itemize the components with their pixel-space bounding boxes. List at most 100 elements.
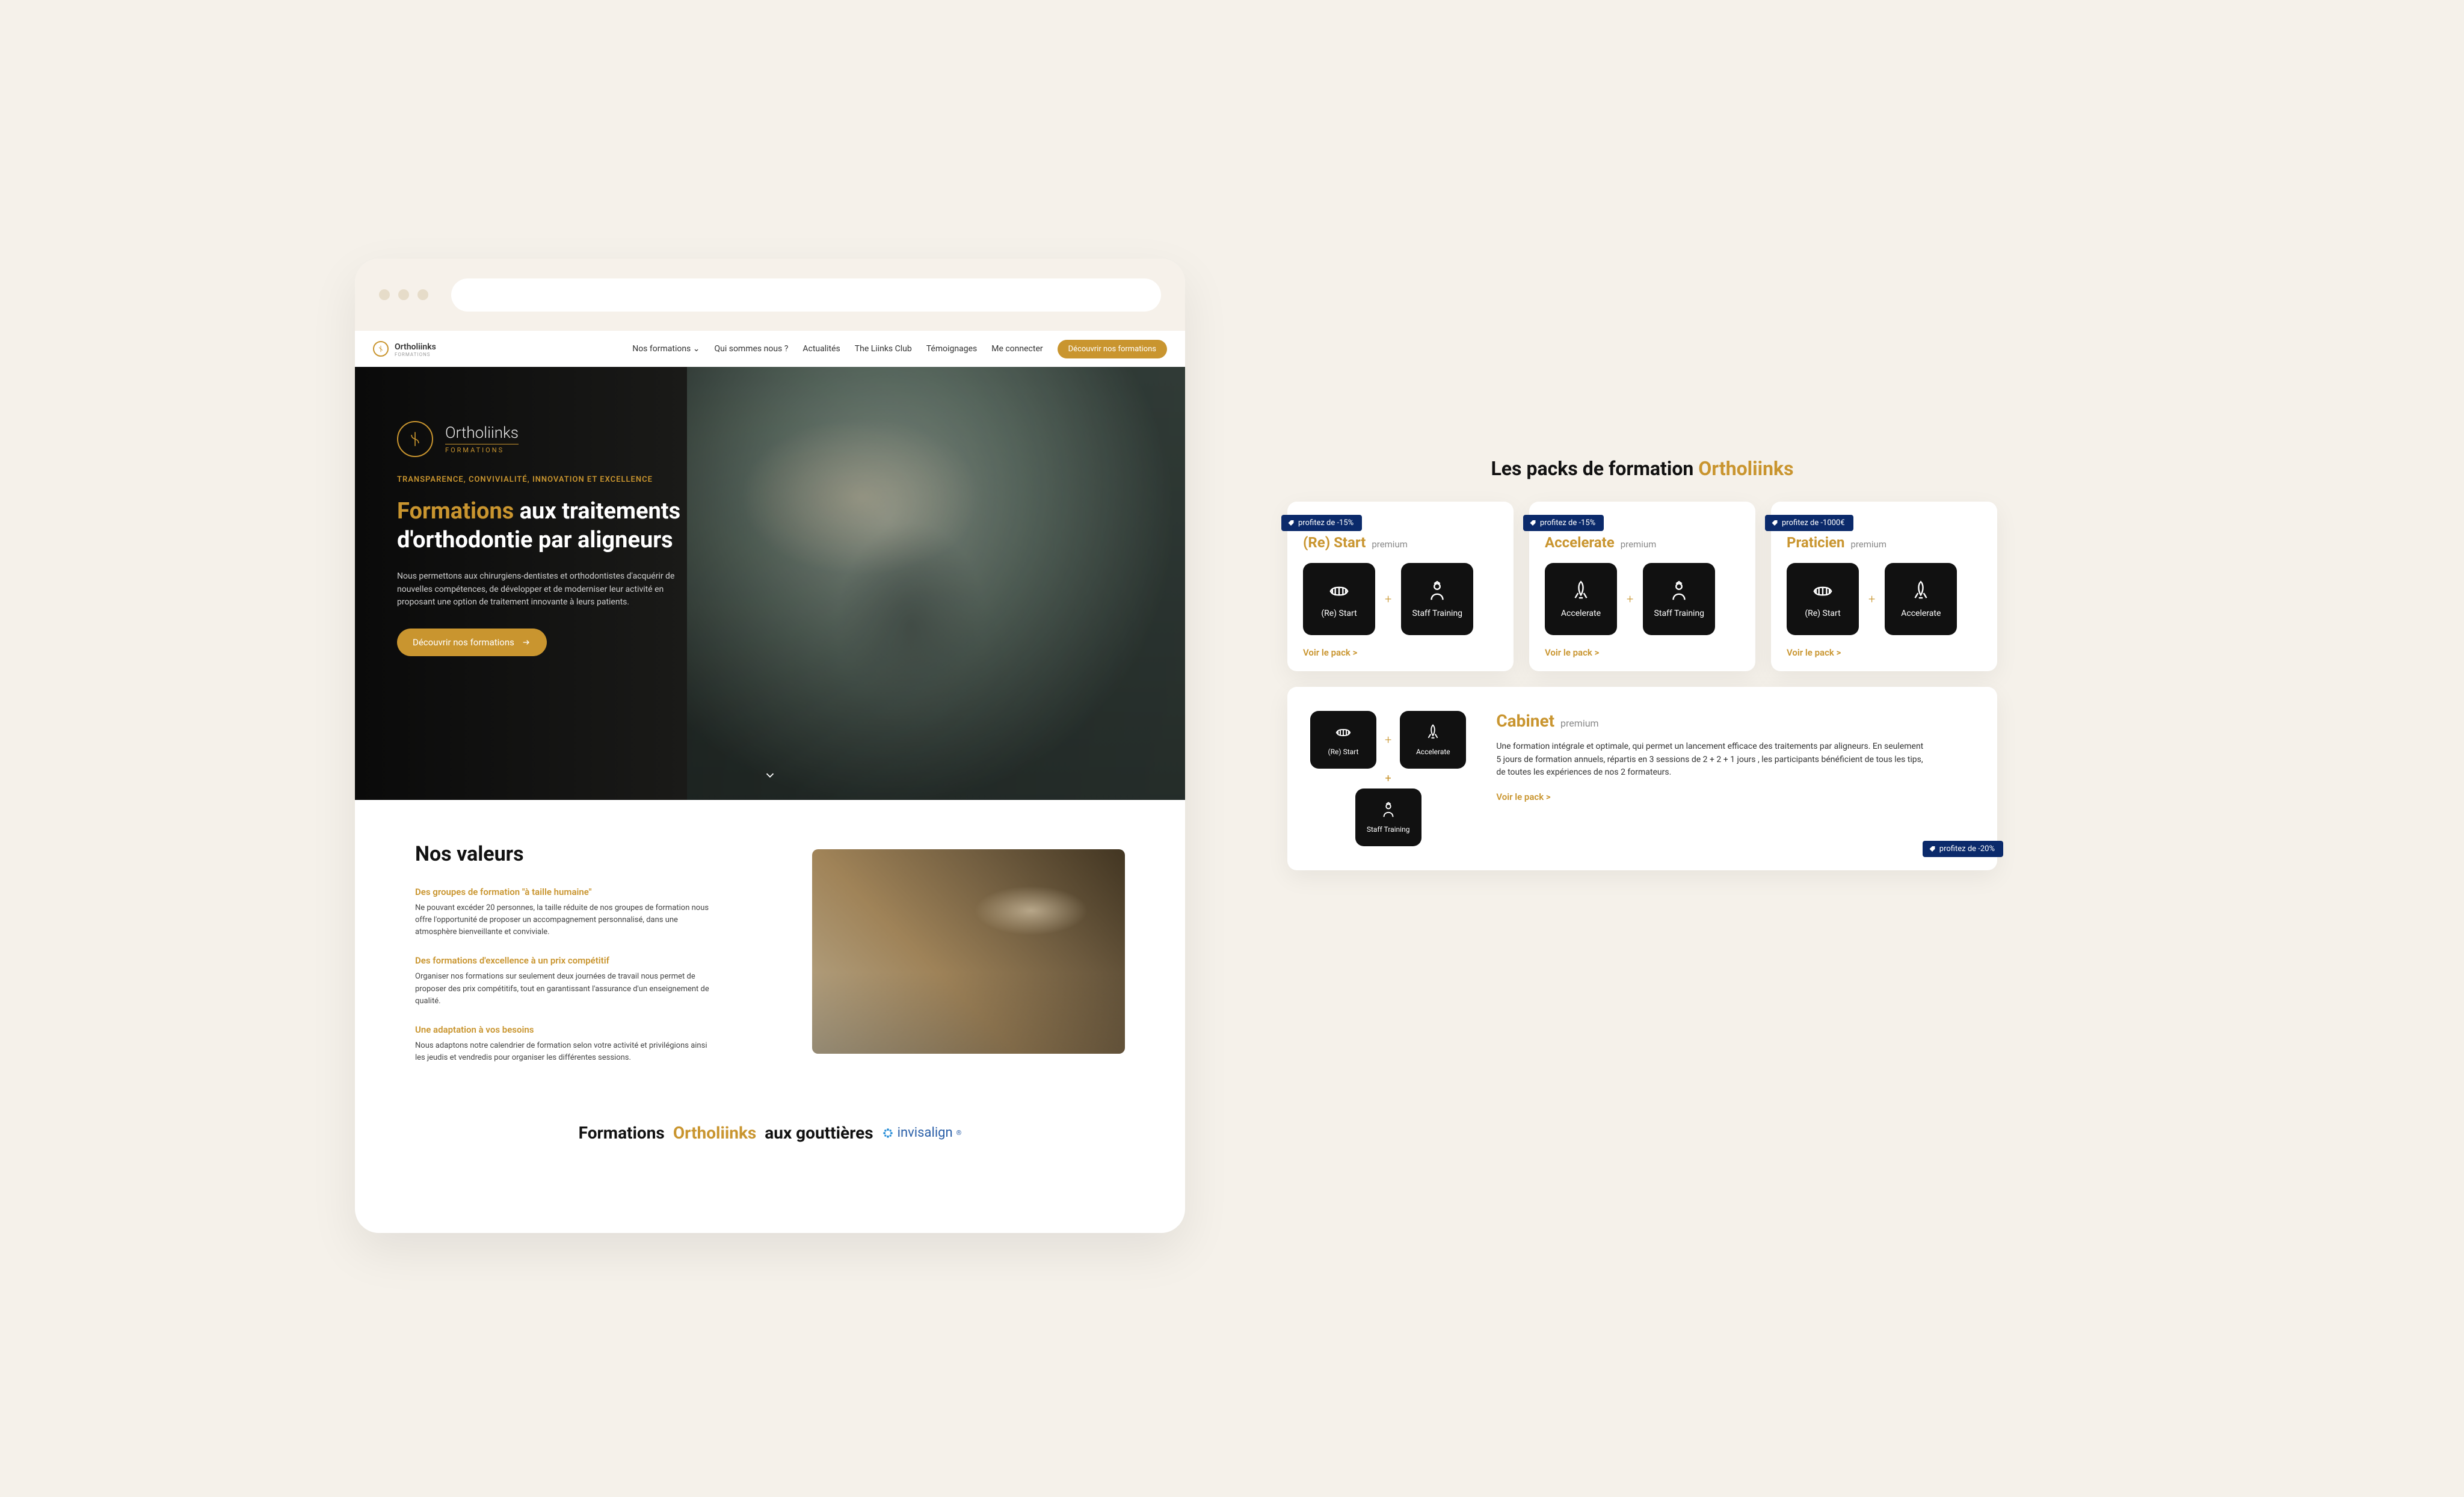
hero-background-image (687, 367, 1185, 800)
packs-title-pre: Les packs de formation (1491, 457, 1698, 480)
plus-icon: + (1385, 772, 1391, 785)
packs-row: profitez de -15% (Re) Start premium (Re)… (1287, 502, 1997, 671)
nav-item-connect[interactable]: Me connecter (991, 344, 1043, 354)
pack-link[interactable]: Voir le pack > (1303, 647, 1498, 658)
cabinet-items-grid: (Re) Start + Accelerate + Staff Training (1304, 705, 1472, 852)
hero-title-accent: Formations (397, 498, 514, 524)
scroll-down-icon[interactable] (763, 769, 777, 785)
logo[interactable]: Ortholiinks FORMATIONS (373, 340, 436, 357)
value-block-1: Des groupes de formation "à taille humai… (415, 887, 782, 938)
pack-item-label: Staff Training (1412, 609, 1463, 618)
hero-logo-subtext: FORMATIONS (445, 444, 519, 454)
window-minimize-icon[interactable] (398, 289, 409, 300)
value-heading-2: Des formations d'excellence à un prix co… (415, 955, 782, 966)
value-heading-1: Des groupes de formation "à taille humai… (415, 887, 782, 897)
rocket-icon (1909, 580, 1932, 603)
logo-icon (373, 341, 389, 357)
packs-title: Les packs de formation Ortholiinks (1287, 457, 1997, 480)
promo-text: profitez de -20% (1939, 844, 1995, 853)
pack-item-restart: (Re) Start (1303, 563, 1375, 635)
nav-item-liinks-club[interactable]: The Liinks Club (855, 344, 912, 354)
aligner-icon (1328, 580, 1351, 603)
value-text-2: Organiser nos formations sur seulement d… (415, 971, 716, 1007)
logo-text: Ortholiinks (395, 342, 436, 352)
pack-item-staff: Staff Training (1401, 563, 1473, 635)
promo-tag: profitez de -15% (1523, 515, 1604, 531)
nav-item-actualites[interactable]: Actualités (802, 344, 840, 354)
pack-card-restart: profitez de -15% (Re) Start premium (Re)… (1287, 502, 1514, 671)
logo-subtext: FORMATIONS (395, 352, 436, 357)
pack-name: (Re) Start (1303, 534, 1366, 551)
pack-sub: premium (1372, 539, 1408, 550)
person-icon (1668, 580, 1690, 603)
pack-name: Accelerate (1545, 534, 1615, 551)
pack-item-staff: Staff Training (1355, 788, 1421, 846)
tag-icon (1529, 520, 1536, 527)
pack-item-staff: Staff Training (1643, 563, 1715, 635)
value-block-2: Des formations d'excellence à un prix co… (415, 955, 782, 1007)
pack-item-label: Accelerate (1561, 609, 1601, 618)
pack-item-accelerate: Accelerate (1545, 563, 1617, 635)
value-heading-3: Une adaptation à vos besoins (415, 1024, 782, 1035)
pack-card-accelerate: profitez de -15% Accelerate premium Acce… (1529, 502, 1755, 671)
pack-link[interactable]: Voir le pack > (1787, 647, 1982, 658)
nav-item-temoignages[interactable]: Témoignages (926, 344, 978, 354)
plus-icon: + (1868, 592, 1875, 606)
pack-card-praticien: profitez de -1000€ Praticien premium (Re… (1771, 502, 1997, 671)
pack-sub: premium (1850, 539, 1886, 550)
hero-logo: Ortholiinks FORMATIONS (397, 421, 722, 457)
packs-panel: Les packs de formation Ortholiinks profi… (1287, 457, 1997, 870)
hero-cta-button[interactable]: Découvrir nos formations (397, 629, 547, 656)
plus-icon: + (1385, 733, 1391, 747)
rocket-icon (1424, 724, 1442, 742)
registered-mark: ® (956, 1129, 962, 1137)
plus-icon: + (1627, 592, 1633, 606)
pack-item-label: (Re) Start (1328, 748, 1359, 756)
pack-link[interactable]: Voir le pack > (1496, 792, 1980, 802)
values-image (812, 849, 1125, 1054)
hero-description: Nous permettons aux chirurgiens-dentiste… (397, 570, 686, 609)
window-close-icon[interactable] (379, 289, 390, 300)
window-zoom-icon[interactable] (417, 289, 428, 300)
nav-item-qui-sommes[interactable]: Qui sommes nous ? (715, 344, 789, 354)
pack-item-accelerate: Accelerate (1400, 711, 1466, 769)
pack-item-label: (Re) Start (1321, 609, 1357, 618)
pack-card-cabinet: (Re) Start + Accelerate + Staff Training… (1287, 687, 1997, 870)
pack-link[interactable]: Voir le pack > (1545, 647, 1740, 658)
values-section: Nos valeurs Des groupes de formation "à … (355, 800, 1185, 1105)
hero-title: Formations aux traitements d'orthodontie… (397, 497, 722, 555)
formations-gouttieres-heading: Formations Ortholiinks aux gouttières in… (355, 1105, 1185, 1173)
rocket-icon (1569, 580, 1592, 603)
browser-chrome (355, 259, 1185, 331)
pack-name: Praticien (1787, 534, 1844, 551)
invisalign-flower-icon (882, 1127, 894, 1139)
window-controls (379, 289, 428, 300)
values-heading: Nos valeurs (415, 842, 782, 866)
person-icon (1426, 580, 1449, 603)
invisalign-text: invisalign (898, 1125, 953, 1140)
site-nav: Ortholiinks FORMATIONS Nos formations ⌄ … (355, 331, 1185, 367)
tag-icon (1929, 846, 1936, 853)
hero-logo-text: Ortholiinks (445, 424, 519, 442)
pack-item-label: Accelerate (1901, 609, 1941, 618)
packs-title-accent: Ortholiinks (1698, 457, 1793, 480)
pack-sub: premium (1621, 539, 1657, 550)
nav-cta-button[interactable]: Découvrir nos formations (1058, 340, 1167, 358)
aligner-icon (1334, 724, 1352, 742)
address-bar[interactable] (451, 278, 1161, 312)
pack-name: Cabinet (1496, 711, 1554, 731)
nav-item-formations[interactable]: Nos formations ⌄ (632, 344, 700, 354)
pack-item-label: (Re) Start (1805, 609, 1840, 618)
pack-sub: premium (1560, 718, 1599, 729)
promo-tag: profitez de -20% (1923, 841, 2003, 857)
promo-tag: profitez de -1000€ (1765, 515, 1853, 531)
arrow-right-icon (522, 638, 531, 647)
browser-window: Ortholiinks FORMATIONS Nos formations ⌄ … (355, 259, 1185, 1233)
formations-pre: Formations (579, 1123, 665, 1143)
pack-item-restart: (Re) Start (1310, 711, 1376, 769)
plus-icon: + (1385, 592, 1391, 606)
pack-item-label: Accelerate (1416, 748, 1450, 756)
promo-text: profitez de -15% (1540, 518, 1595, 527)
pack-item-label: Staff Training (1654, 609, 1705, 618)
tag-icon (1771, 520, 1778, 527)
